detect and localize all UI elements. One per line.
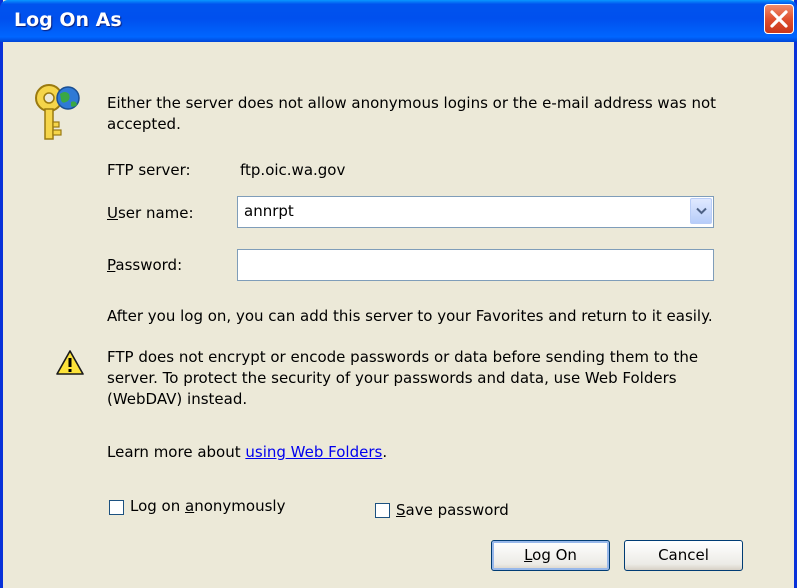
- close-icon: [770, 10, 788, 28]
- anonymous-mnemonic: a: [185, 497, 195, 515]
- cancel-button[interactable]: Cancel: [624, 540, 743, 571]
- title-bar[interactable]: Log On As: [0, 0, 797, 42]
- password-label: Password:: [107, 255, 182, 276]
- password-label-text: assword:: [115, 256, 183, 274]
- warning-text: FTP does not encrypt or encode passwords…: [107, 348, 699, 408]
- save-password-mnemonic: S: [396, 501, 406, 519]
- learn-more-suffix: .: [382, 443, 388, 461]
- password-field[interactable]: [237, 249, 714, 281]
- dialog-title: Log On As: [14, 9, 122, 31]
- anonymous-label-post: nonymously: [194, 497, 286, 515]
- username-mnemonic: U: [107, 204, 118, 222]
- log-on-as-dialog: Log On As Either the server does not all…: [0, 0, 797, 588]
- save-password-checkbox[interactable]: [375, 503, 390, 518]
- anonymous-label[interactable]: Log on anonymously: [130, 496, 285, 517]
- info-text: After you log on, you can add this serve…: [107, 307, 713, 325]
- log-on-mnemonic: L: [524, 546, 533, 564]
- anonymous-checkbox[interactable]: [109, 500, 124, 515]
- message-text: Either the server does not allow anonymo…: [107, 94, 717, 133]
- key-globe-icon: [35, 84, 80, 140]
- save-password-label-post: ave password: [405, 501, 509, 519]
- username-label-text: ser name:: [117, 204, 194, 222]
- username-dropdown-button[interactable]: [690, 198, 712, 224]
- log-on-button[interactable]: Log On: [491, 540, 610, 571]
- close-button[interactable]: [764, 4, 794, 34]
- warning-icon: [56, 350, 84, 375]
- ftp-server-label: FTP server:: [107, 161, 191, 179]
- username-value[interactable]: annrpt: [244, 202, 294, 220]
- save-password-label[interactable]: Save password: [396, 500, 509, 521]
- chevron-down-icon: [696, 207, 707, 215]
- learn-more-prefix: Learn more about: [107, 443, 246, 461]
- username-label: User name:: [107, 203, 194, 224]
- anonymous-label-pre: Log on: [130, 497, 186, 515]
- learn-more-text: Learn more about using Web Folders.: [107, 442, 387, 463]
- log-on-label: og On: [532, 546, 577, 564]
- ftp-server-value: ftp.oic.wa.gov: [240, 161, 346, 179]
- username-combobox[interactable]: annrpt: [237, 196, 714, 228]
- web-folders-link[interactable]: using Web Folders: [245, 443, 382, 461]
